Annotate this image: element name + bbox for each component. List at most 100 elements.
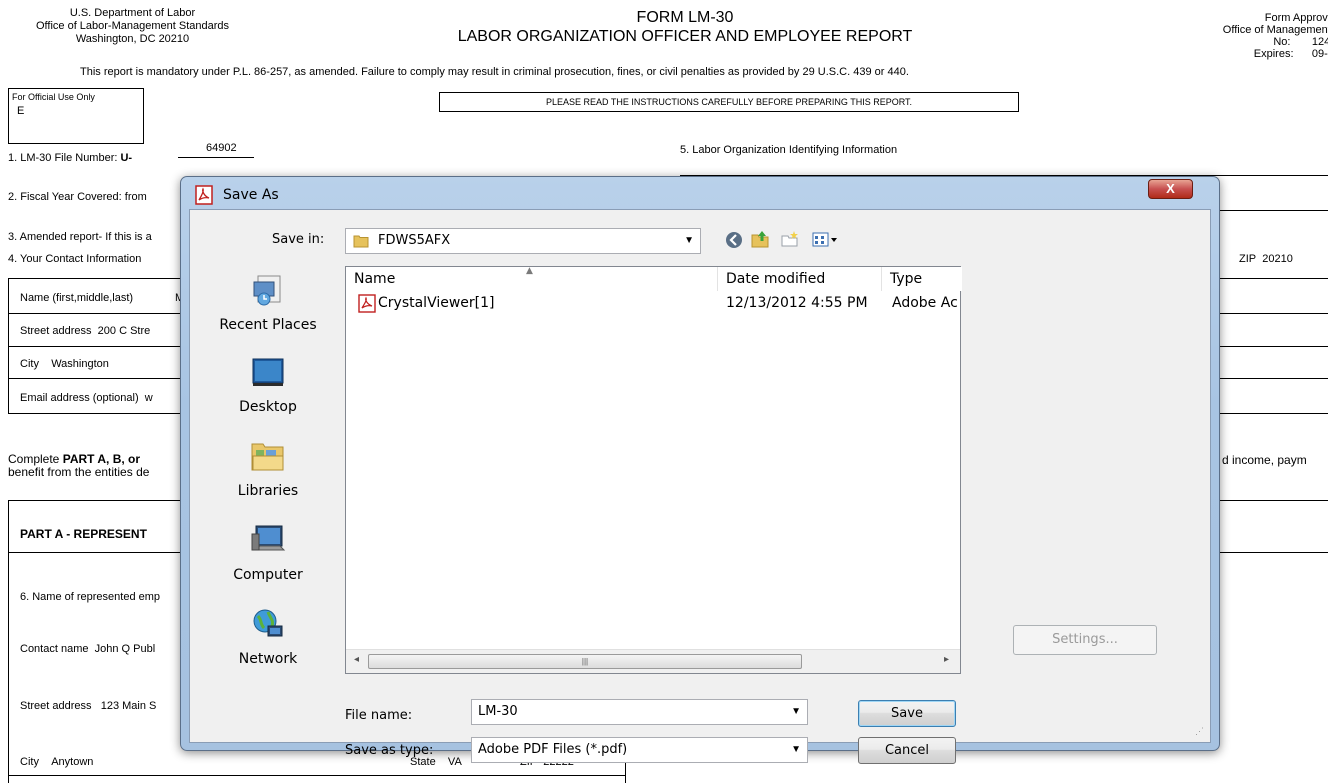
- sort-arrow-icon: ▲: [526, 266, 533, 276]
- close-button[interactable]: X: [1148, 179, 1193, 199]
- street-value: 200 C Stre: [97, 325, 151, 337]
- file-name-input[interactable]: LM-30 ▼: [471, 699, 808, 725]
- divider: [1220, 413, 1328, 414]
- form-heading: FORM LM-30 LABOR ORGANIZATION OFFICER AN…: [400, 8, 970, 46]
- file-name-label: File name:: [345, 708, 413, 723]
- back-icon[interactable]: [725, 231, 743, 249]
- scroll-left-icon[interactable]: ◂: [354, 654, 359, 665]
- divider: [1220, 500, 1328, 501]
- dialog-title: Save As: [223, 187, 279, 203]
- column-header-name[interactable]: Name ▲: [346, 266, 718, 291]
- approved-no-value: 1245-: [1311, 36, 1328, 48]
- place-desktop[interactable]: Desktop: [200, 356, 336, 415]
- part-a-heading: PART A - REPRESENT: [20, 527, 147, 541]
- file-name-value: LM-30: [478, 704, 518, 719]
- recent-places-icon: [253, 275, 281, 306]
- street-label: Street address: [20, 325, 92, 337]
- file-number-field[interactable]: 64902: [178, 142, 254, 158]
- file-list[interactable]: Name ▲ Date modified Type CrystalViewer[…: [345, 266, 962, 674]
- state-value: VA: [447, 756, 462, 768]
- view-menu-icon[interactable]: [812, 232, 838, 248]
- up-folder-icon[interactable]: [750, 229, 770, 249]
- item5-label: 5. Labor Organization Identifying Inform…: [680, 144, 898, 156]
- place-computer[interactable]: Computer: [200, 522, 336, 583]
- resize-grip-icon[interactable]: ⋰: [1195, 726, 1204, 737]
- libraries-icon: [251, 443, 284, 471]
- divider: [1220, 278, 1328, 279]
- approval-block: Form Approved Office of Management a No:…: [1150, 12, 1328, 60]
- city-field: City Washington: [20, 358, 109, 370]
- email-label: Email address (optional): [20, 392, 139, 404]
- approved-no: No: 1245-: [1150, 36, 1328, 48]
- fiscal-year-label: 2. Fiscal Year Covered: from: [8, 191, 147, 203]
- place-network[interactable]: Network: [200, 606, 336, 667]
- contact-info-label: 4. Your Contact Information: [8, 253, 142, 265]
- places-bar: Recent Places Desktop Libraries Computer: [200, 210, 336, 674]
- divider: [8, 552, 183, 553]
- item6-label: 6. Name of represented emp: [20, 591, 161, 603]
- complete-right-text: d income, paym: [1222, 453, 1307, 467]
- divider: [8, 278, 9, 413]
- zip-value: 20210: [1262, 253, 1293, 265]
- approved-line2: Office of Management a: [1222, 24, 1328, 36]
- column-header-date[interactable]: Date modified: [718, 267, 882, 291]
- complete-instructions: Complete PART A, B, or benefit from the …: [8, 453, 149, 479]
- approved-line1: Form Approved: [1264, 12, 1328, 24]
- place-recent-places[interactable]: Recent Places: [200, 272, 336, 333]
- close-icon: X: [1166, 181, 1175, 196]
- zip-label: ZIP: [1239, 253, 1257, 265]
- save-type-value: Adobe PDF Files (*.pdf): [478, 742, 628, 757]
- chevron-down-icon[interactable]: ▼: [791, 744, 801, 755]
- approved-exp: Expires: 09-30: [1150, 48, 1328, 60]
- save-in-combo[interactable]: FDWS5AFX ▼: [345, 228, 701, 254]
- agency-line3: Washington, DC 20210: [75, 33, 190, 45]
- divider: [1220, 313, 1328, 314]
- city-value: Washington: [51, 358, 109, 370]
- column-name-label: Name: [354, 271, 396, 287]
- divider: [8, 413, 183, 414]
- contact-name-field: Contact name John Q Publ: [20, 643, 155, 655]
- street2-field: Street address 123 Main S: [20, 700, 156, 712]
- place-libraries[interactable]: Libraries: [200, 438, 336, 499]
- pdf-file-icon: [358, 294, 376, 313]
- official-use-value: E: [17, 105, 25, 117]
- agency-line2: Office of Labor-Management Standards: [35, 20, 230, 32]
- column-header-type[interactable]: Type: [882, 267, 962, 291]
- city2-label: City: [20, 756, 39, 768]
- agency-line1: U.S. Department of Labor: [69, 7, 196, 19]
- save-button[interactable]: Save: [858, 700, 956, 727]
- settings-button[interactable]: Settings...: [1013, 625, 1157, 655]
- name-label: Name (first,middle,last): [20, 292, 134, 304]
- scroll-thumb[interactable]: |||: [368, 654, 802, 669]
- place-label: Computer: [233, 567, 303, 583]
- complete-text-1a: Complete: [8, 452, 63, 466]
- street-field: Street address 200 C Stre: [20, 325, 150, 337]
- save-type-select[interactable]: Adobe PDF Files (*.pdf) ▼: [471, 737, 808, 763]
- street2-value: 123 Main S: [100, 700, 157, 712]
- file-number-text: 1. LM-30 File Number:: [8, 152, 121, 164]
- form-title: LABOR ORGANIZATION OFFICER AND EMPLOYEE …: [457, 28, 913, 45]
- complete-text-2: benefit from the entities de: [8, 465, 150, 479]
- official-use-box: For Official Use Only E: [8, 88, 144, 144]
- chevron-down-icon[interactable]: ▼: [791, 706, 801, 717]
- divider: [1220, 552, 1328, 553]
- file-date: 12/13/2012 4:55 PM: [726, 295, 868, 311]
- file-type: Adobe Ac: [892, 295, 958, 311]
- mandatory-notice: This report is mandatory under P.L. 86-2…: [80, 66, 909, 78]
- place-label: Libraries: [237, 483, 299, 499]
- new-folder-icon[interactable]: [780, 230, 800, 248]
- file-row[interactable]: CrystalViewer[1] 12/13/2012 4:55 PM Adob…: [346, 291, 962, 315]
- approved-no-label: No:: [1273, 36, 1291, 48]
- form-id: FORM LM-30: [636, 9, 734, 26]
- approved-exp-value: 09-30: [1311, 48, 1328, 60]
- save-as-dialog: Save As X Save in: FDWS5AFX ▼ Recent Pla…: [180, 176, 1220, 764]
- horizontal-scrollbar[interactable]: ◂ ||| ▸: [346, 649, 960, 673]
- chevron-down-icon: ▼: [684, 235, 694, 246]
- scroll-right-icon[interactable]: ▸: [944, 654, 949, 665]
- divider: [8, 313, 183, 314]
- cancel-button[interactable]: Cancel: [858, 737, 956, 764]
- instructions-banner: PLEASE READ THE INSTRUCTIONS CAREFULLY B…: [439, 92, 1019, 112]
- place-label: Desktop: [239, 399, 297, 415]
- email-value: w: [144, 392, 153, 404]
- agency-block: U.S. Department of Labor Office of Labor…: [0, 7, 265, 46]
